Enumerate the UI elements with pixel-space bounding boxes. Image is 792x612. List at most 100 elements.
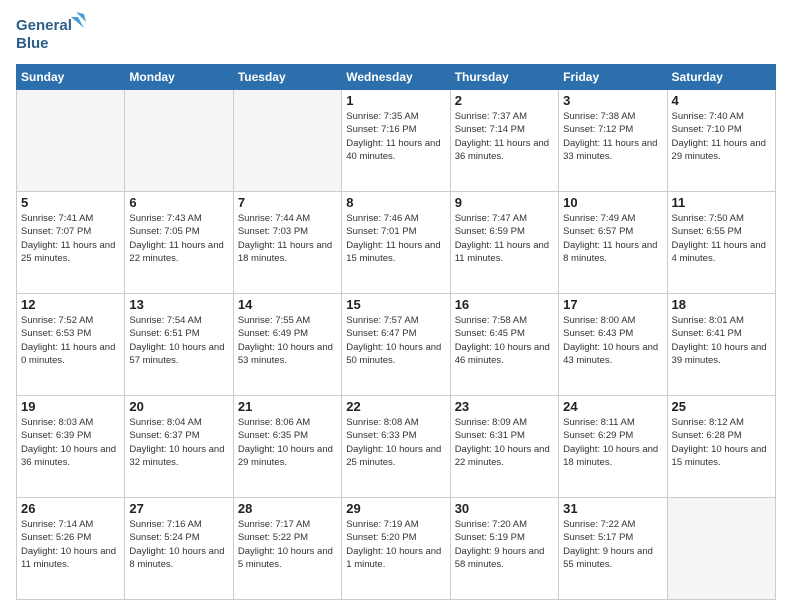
day-info: Sunrise: 7:54 AM Sunset: 6:51 PM Dayligh…	[129, 314, 228, 367]
weekday-header-tuesday: Tuesday	[233, 65, 341, 90]
weekday-header-sunday: Sunday	[17, 65, 125, 90]
day-info: Sunrise: 8:04 AM Sunset: 6:37 PM Dayligh…	[129, 416, 228, 469]
day-info: Sunrise: 7:50 AM Sunset: 6:55 PM Dayligh…	[672, 212, 771, 265]
calendar-cell: 27 Sunrise: 7:16 AM Sunset: 5:24 PM Dayli…	[125, 498, 233, 600]
logo-svg: GeneralBlue	[16, 12, 86, 56]
day-number: 17	[563, 297, 662, 312]
calendar-cell: 17 Sunrise: 8:00 AM Sunset: 6:43 PM Dayli…	[559, 294, 667, 396]
calendar-cell: 11 Sunrise: 7:50 AM Sunset: 6:55 PM Dayli…	[667, 192, 775, 294]
calendar-cell	[125, 90, 233, 192]
calendar-cell: 21 Sunrise: 8:06 AM Sunset: 6:35 PM Dayli…	[233, 396, 341, 498]
calendar-cell: 10 Sunrise: 7:49 AM Sunset: 6:57 PM Dayli…	[559, 192, 667, 294]
svg-text:Blue: Blue	[16, 35, 49, 52]
day-number: 10	[563, 195, 662, 210]
calendar-cell: 26 Sunrise: 7:14 AM Sunset: 5:26 PM Dayli…	[17, 498, 125, 600]
day-info: Sunrise: 8:03 AM Sunset: 6:39 PM Dayligh…	[21, 416, 120, 469]
header: GeneralBlue	[16, 12, 776, 56]
calendar-cell: 25 Sunrise: 8:12 AM Sunset: 6:28 PM Dayli…	[667, 396, 775, 498]
day-number: 11	[672, 195, 771, 210]
day-info: Sunrise: 7:52 AM Sunset: 6:53 PM Dayligh…	[21, 314, 120, 367]
day-info: Sunrise: 7:40 AM Sunset: 7:10 PM Dayligh…	[672, 110, 771, 163]
day-number: 9	[455, 195, 554, 210]
day-info: Sunrise: 7:49 AM Sunset: 6:57 PM Dayligh…	[563, 212, 662, 265]
calendar-cell: 28 Sunrise: 7:17 AM Sunset: 5:22 PM Dayli…	[233, 498, 341, 600]
day-number: 6	[129, 195, 228, 210]
day-info: Sunrise: 7:17 AM Sunset: 5:22 PM Dayligh…	[238, 518, 337, 571]
day-number: 8	[346, 195, 445, 210]
day-number: 29	[346, 501, 445, 516]
day-info: Sunrise: 8:11 AM Sunset: 6:29 PM Dayligh…	[563, 416, 662, 469]
calendar-cell: 2 Sunrise: 7:37 AM Sunset: 7:14 PM Daylig…	[450, 90, 558, 192]
day-info: Sunrise: 8:00 AM Sunset: 6:43 PM Dayligh…	[563, 314, 662, 367]
day-number: 22	[346, 399, 445, 414]
day-number: 7	[238, 195, 337, 210]
day-number: 23	[455, 399, 554, 414]
day-info: Sunrise: 7:55 AM Sunset: 6:49 PM Dayligh…	[238, 314, 337, 367]
calendar-week-1: 1Sunrise: 7:35 AM Sunset: 7:16 PM Daylig…	[17, 90, 776, 192]
calendar-week-4: 19 Sunrise: 8:03 AM Sunset: 6:39 PM Dayli…	[17, 396, 776, 498]
calendar-cell: 15Sunrise: 7:57 AM Sunset: 6:47 PM Dayli…	[342, 294, 450, 396]
calendar-week-2: 5 Sunrise: 7:41 AM Sunset: 7:07 PM Daylig…	[17, 192, 776, 294]
weekday-header-row: SundayMondayTuesdayWednesdayThursdayFrid…	[17, 65, 776, 90]
calendar-cell: 23Sunrise: 8:09 AM Sunset: 6:31 PM Dayli…	[450, 396, 558, 498]
logo: GeneralBlue	[16, 12, 86, 56]
day-info: Sunrise: 7:38 AM Sunset: 7:12 PM Dayligh…	[563, 110, 662, 163]
calendar-cell: 24Sunrise: 8:11 AM Sunset: 6:29 PM Dayli…	[559, 396, 667, 498]
calendar-cell: 18 Sunrise: 8:01 AM Sunset: 6:41 PM Dayli…	[667, 294, 775, 396]
day-info: Sunrise: 7:46 AM Sunset: 7:01 PM Dayligh…	[346, 212, 445, 265]
day-number: 27	[129, 501, 228, 516]
day-number: 14	[238, 297, 337, 312]
calendar-cell: 3 Sunrise: 7:38 AM Sunset: 7:12 PM Daylig…	[559, 90, 667, 192]
calendar-cell: 29 Sunrise: 7:19 AM Sunset: 5:20 PM Dayli…	[342, 498, 450, 600]
day-number: 25	[672, 399, 771, 414]
page: GeneralBlue SundayMondayTuesdayWednesday…	[0, 0, 792, 612]
calendar-cell: 30 Sunrise: 7:20 AM Sunset: 5:19 PM Dayli…	[450, 498, 558, 600]
day-number: 28	[238, 501, 337, 516]
calendar-cell	[667, 498, 775, 600]
day-info: Sunrise: 7:20 AM Sunset: 5:19 PM Dayligh…	[455, 518, 554, 571]
svg-text:General: General	[16, 17, 72, 34]
day-info: Sunrise: 7:16 AM Sunset: 5:24 PM Dayligh…	[129, 518, 228, 571]
calendar-cell: 16 Sunrise: 7:58 AM Sunset: 6:45 PM Dayli…	[450, 294, 558, 396]
day-number: 4	[672, 93, 771, 108]
day-info: Sunrise: 7:58 AM Sunset: 6:45 PM Dayligh…	[455, 314, 554, 367]
calendar-cell: 7Sunrise: 7:44 AM Sunset: 7:03 PM Daylig…	[233, 192, 341, 294]
day-number: 3	[563, 93, 662, 108]
calendar-cell: 9 Sunrise: 7:47 AM Sunset: 6:59 PM Daylig…	[450, 192, 558, 294]
day-info: Sunrise: 7:14 AM Sunset: 5:26 PM Dayligh…	[21, 518, 120, 571]
weekday-header-wednesday: Wednesday	[342, 65, 450, 90]
weekday-header-thursday: Thursday	[450, 65, 558, 90]
day-info: Sunrise: 8:08 AM Sunset: 6:33 PM Dayligh…	[346, 416, 445, 469]
day-number: 26	[21, 501, 120, 516]
calendar-cell: 22 Sunrise: 8:08 AM Sunset: 6:33 PM Dayli…	[342, 396, 450, 498]
weekday-header-friday: Friday	[559, 65, 667, 90]
calendar-cell: 8 Sunrise: 7:46 AM Sunset: 7:01 PM Daylig…	[342, 192, 450, 294]
day-number: 16	[455, 297, 554, 312]
day-info: Sunrise: 7:37 AM Sunset: 7:14 PM Dayligh…	[455, 110, 554, 163]
day-number: 19	[21, 399, 120, 414]
calendar-cell: 20 Sunrise: 8:04 AM Sunset: 6:37 PM Dayli…	[125, 396, 233, 498]
calendar-week-5: 26 Sunrise: 7:14 AM Sunset: 5:26 PM Dayli…	[17, 498, 776, 600]
day-number: 12	[21, 297, 120, 312]
calendar-cell: 4 Sunrise: 7:40 AM Sunset: 7:10 PM Daylig…	[667, 90, 775, 192]
day-number: 13	[129, 297, 228, 312]
calendar-cell	[233, 90, 341, 192]
calendar-week-3: 12 Sunrise: 7:52 AM Sunset: 6:53 PM Dayli…	[17, 294, 776, 396]
day-number: 2	[455, 93, 554, 108]
calendar-cell: 1Sunrise: 7:35 AM Sunset: 7:16 PM Daylig…	[342, 90, 450, 192]
day-info: Sunrise: 8:12 AM Sunset: 6:28 PM Dayligh…	[672, 416, 771, 469]
day-number: 5	[21, 195, 120, 210]
weekday-header-saturday: Saturday	[667, 65, 775, 90]
day-info: Sunrise: 8:06 AM Sunset: 6:35 PM Dayligh…	[238, 416, 337, 469]
day-number: 20	[129, 399, 228, 414]
day-info: Sunrise: 7:41 AM Sunset: 7:07 PM Dayligh…	[21, 212, 120, 265]
day-info: Sunrise: 7:22 AM Sunset: 5:17 PM Dayligh…	[563, 518, 662, 571]
day-number: 18	[672, 297, 771, 312]
calendar-cell: 19 Sunrise: 8:03 AM Sunset: 6:39 PM Dayli…	[17, 396, 125, 498]
day-info: Sunrise: 7:19 AM Sunset: 5:20 PM Dayligh…	[346, 518, 445, 571]
day-info: Sunrise: 7:47 AM Sunset: 6:59 PM Dayligh…	[455, 212, 554, 265]
day-number: 21	[238, 399, 337, 414]
calendar-cell: 14 Sunrise: 7:55 AM Sunset: 6:49 PM Dayli…	[233, 294, 341, 396]
day-number: 30	[455, 501, 554, 516]
day-info: Sunrise: 8:01 AM Sunset: 6:41 PM Dayligh…	[672, 314, 771, 367]
